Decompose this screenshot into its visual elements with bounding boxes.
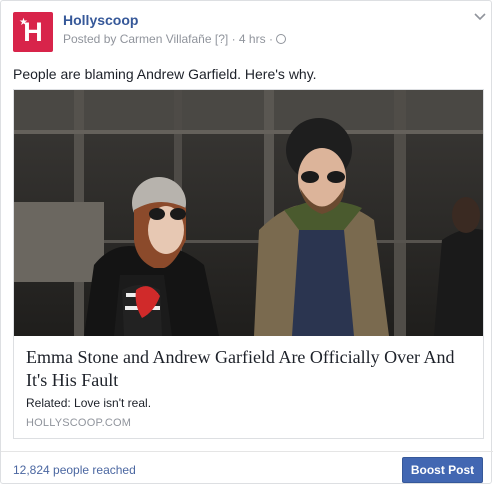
page-name-link[interactable]: Hollyscoop: [63, 11, 138, 29]
post-card: ★ H Hollyscoop Posted by Carmen Villafañ…: [0, 0, 493, 484]
meta-separator: ·: [231, 32, 236, 46]
meta-separator-2: ·: [268, 32, 273, 46]
boost-post-button[interactable]: Boost Post: [402, 457, 483, 483]
link-description: Related: Love isn't real.: [26, 396, 152, 410]
help-marker[interactable]: [?]: [215, 32, 228, 46]
link-title[interactable]: Emma Stone and Andrew Garfield Are Offic…: [26, 346, 476, 392]
chevron-down-icon[interactable]: [473, 9, 487, 23]
avatar-letter: H: [23, 17, 43, 47]
post-meta: Posted by Carmen Villafañe [?] · 4 hrs ·: [63, 31, 287, 47]
timestamp[interactable]: 4 hrs: [239, 32, 266, 46]
posted-by[interactable]: Posted by Carmen Villafañe: [63, 32, 212, 46]
page-avatar[interactable]: ★ H: [13, 12, 53, 52]
globe-icon[interactable]: [276, 34, 287, 44]
footer-divider: [1, 451, 493, 452]
link-domain: HOLLYSCOOP.COM: [26, 417, 132, 429]
post-text: People are blaming Andrew Garfield. Here…: [13, 66, 317, 82]
reach-stats-link[interactable]: 12,824 people reached: [13, 462, 136, 478]
link-image[interactable]: [14, 90, 483, 336]
link-preview[interactable]: Emma Stone and Andrew Garfield Are Offic…: [13, 89, 484, 439]
photo-illustration: [14, 90, 483, 336]
